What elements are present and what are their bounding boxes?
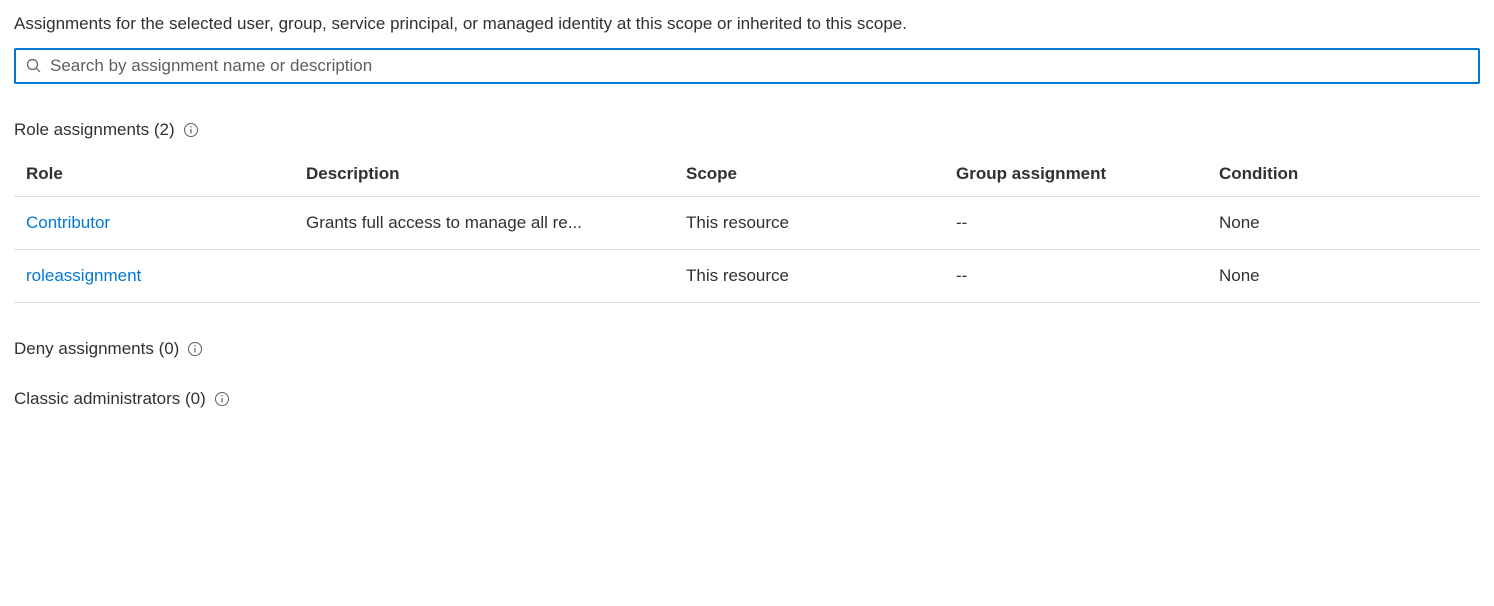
search-icon <box>26 58 42 74</box>
classic-administrators-title: Classic administrators (0) <box>14 389 206 409</box>
role-assignments-title: Role assignments (2) <box>14 120 175 140</box>
role-assignments-header: Role assignments (2) <box>14 120 1480 140</box>
column-header-role[interactable]: Role <box>14 154 294 197</box>
info-icon[interactable] <box>214 391 230 407</box>
role-link[interactable]: Contributor <box>26 213 110 232</box>
cell-condition: None <box>1207 197 1480 250</box>
search-box[interactable] <box>14 48 1480 84</box>
role-link[interactable]: roleassignment <box>26 266 141 285</box>
cell-scope: This resource <box>674 250 944 303</box>
cell-condition: None <box>1207 250 1480 303</box>
cell-group-assignment: -- <box>944 250 1207 303</box>
column-header-condition[interactable]: Condition <box>1207 154 1480 197</box>
info-icon[interactable] <box>187 341 203 357</box>
cell-description: Grants full access to manage all re... <box>294 197 674 250</box>
column-header-group-assignment[interactable]: Group assignment <box>944 154 1207 197</box>
info-icon[interactable] <box>183 122 199 138</box>
cell-scope: This resource <box>674 197 944 250</box>
cell-description <box>294 250 674 303</box>
table-row: roleassignment This resource -- None <box>14 250 1480 303</box>
cell-group-assignment: -- <box>944 197 1207 250</box>
page-description: Assignments for the selected user, group… <box>14 14 1480 34</box>
classic-administrators-header: Classic administrators (0) <box>14 389 1480 409</box>
deny-assignments-title: Deny assignments (0) <box>14 339 179 359</box>
role-assignments-table: Role Description Scope Group assignment … <box>14 154 1480 303</box>
table-row: Contributor Grants full access to manage… <box>14 197 1480 250</box>
deny-assignments-header: Deny assignments (0) <box>14 339 1480 359</box>
search-input[interactable] <box>50 56 1468 76</box>
column-header-scope[interactable]: Scope <box>674 154 944 197</box>
column-header-description[interactable]: Description <box>294 154 674 197</box>
table-header-row: Role Description Scope Group assignment … <box>14 154 1480 197</box>
